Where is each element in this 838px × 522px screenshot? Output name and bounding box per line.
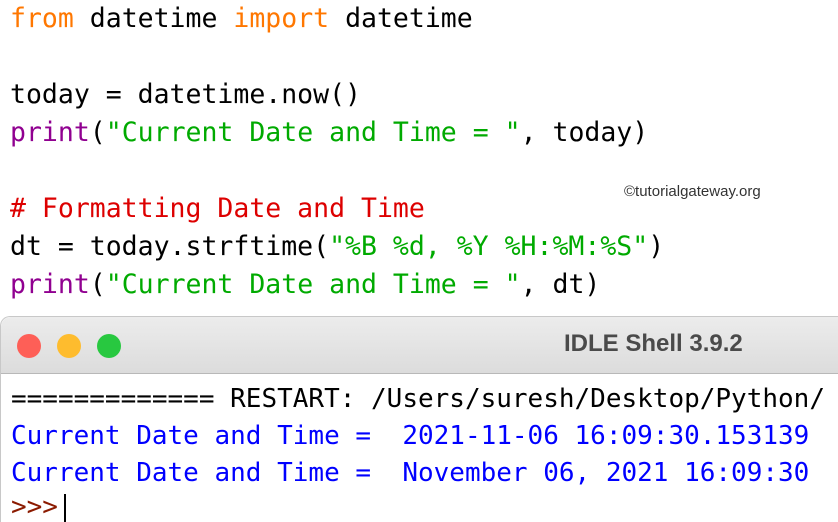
prompt: >>> (11, 492, 58, 522)
prompt-line[interactable]: >>> (11, 492, 825, 522)
string: "%B %d, %Y %H:%M:%S" (329, 231, 649, 262)
comment: # Formatting Date and Time (10, 193, 425, 224)
title-bar[interactable]: IDLE Shell 3.9.2 (1, 317, 838, 374)
code-line: from datetime import datetime (10, 0, 664, 38)
code-text: datetime (329, 3, 473, 34)
code-text: datetime (73, 3, 234, 34)
shell-output[interactable]: ============= RESTART: /Users/suresh/Des… (11, 381, 825, 522)
minimize-button[interactable] (57, 334, 81, 358)
code-line: print("Current Date and Time = ", today) (10, 114, 664, 152)
window-title: IDLE Shell 3.9.2 (564, 330, 743, 357)
idle-shell-window: IDLE Shell 3.9.2 ============= RESTART: … (0, 316, 838, 522)
code-text: ) (648, 231, 665, 262)
watermark: ©tutorialgateway.org (624, 183, 761, 200)
keyword: import (233, 3, 330, 34)
output-line: Current Date and Time = November 06, 202… (11, 458, 810, 488)
zoom-button[interactable] (97, 334, 121, 358)
code-text: , dt) (520, 269, 601, 300)
restart-line: ============= RESTART: /Users/suresh/Des… (11, 384, 825, 414)
builtin: print (10, 269, 90, 300)
code-line: today = datetime.now() (10, 79, 361, 110)
code-text: , today) (520, 117, 649, 148)
builtin: print (10, 117, 90, 148)
text-cursor (63, 493, 66, 522)
code-line: dt = today.strftime("%B %d, %Y %H:%M:%S"… (10, 228, 664, 266)
string: "Current Date and Time = " (105, 117, 521, 148)
close-button[interactable] (17, 334, 41, 358)
output-line: Current Date and Time = 2021-11-06 16:09… (11, 421, 810, 451)
code-text: dt = today.strftime( (10, 231, 330, 262)
code-editor[interactable]: from datetime import datetime today = dat… (10, 0, 664, 304)
code-line: print("Current Date and Time = ", dt) (10, 266, 664, 304)
code-text: ( (89, 269, 106, 300)
code-text: ( (89, 117, 106, 148)
keyword: from (10, 3, 74, 34)
string: "Current Date and Time = " (105, 269, 521, 300)
